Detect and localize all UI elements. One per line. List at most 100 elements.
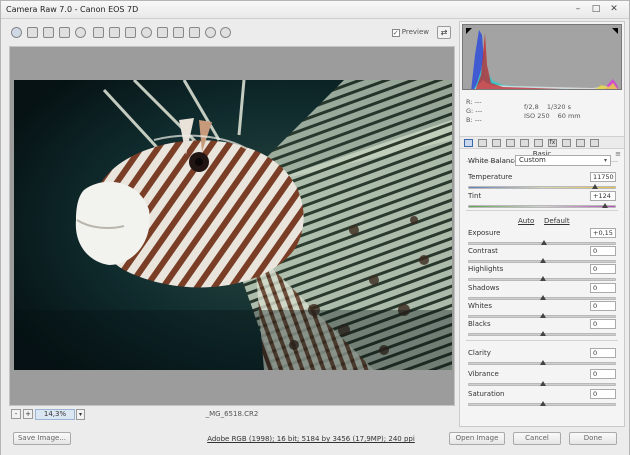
divider	[466, 340, 618, 341]
done-button[interactable]: Done	[569, 432, 617, 445]
filename-label: _MG_6518.CR2	[205, 410, 259, 418]
tint-slider-thumb[interactable]	[602, 203, 609, 208]
preview-checkbox[interactable]: ✓ Preview	[391, 28, 429, 37]
temperature-label: Temperature	[468, 173, 513, 181]
maximize-button[interactable]: □	[587, 4, 605, 14]
target-adjust-icon[interactable]	[75, 27, 86, 38]
histogram	[462, 24, 622, 90]
clarity-slider-thumb[interactable]	[540, 360, 546, 365]
temperature-value-field[interactable]: 11750	[590, 172, 616, 182]
blacks-value-field[interactable]: 0	[590, 319, 616, 329]
contrast-label: Contrast	[468, 247, 498, 256]
temperature-slider[interactable]	[468, 184, 616, 189]
red-eye-icon[interactable]	[141, 27, 152, 38]
highlights-slider[interactable]	[468, 276, 616, 282]
whites-label: Whites	[468, 301, 493, 310]
image-preview-area[interactable]	[9, 46, 455, 406]
tint-slider[interactable]	[468, 203, 616, 208]
presets-tab-icon[interactable]	[576, 139, 585, 147]
checkbox-box[interactable]: ✓	[391, 29, 400, 37]
title-bar: Camera Raw 7.0 - Canon EOS 7D – □ ✕	[1, 1, 629, 19]
saturation-value-field[interactable]: 0	[590, 389, 616, 399]
default-link[interactable]: Default	[544, 217, 570, 225]
shadows-slider-thumb[interactable]	[540, 294, 546, 300]
whites-slider[interactable]	[468, 312, 616, 318]
detail-tab-icon[interactable]	[492, 139, 501, 147]
contrast-value-field[interactable]: 0	[590, 246, 616, 257]
vibrance-slider[interactable]	[468, 380, 616, 386]
clarity-slider[interactable]	[468, 360, 616, 365]
crop-icon[interactable]	[93, 27, 104, 38]
minimize-button[interactable]: –	[569, 4, 587, 14]
shadows-label: Shadows	[468, 283, 500, 292]
white-balance-select[interactable]: Custom ▾	[515, 155, 611, 166]
shutter-value: 1/320 s	[546, 103, 572, 111]
vibrance-slider-thumb[interactable]	[540, 380, 546, 386]
clarity-value-field[interactable]: 0	[590, 348, 616, 358]
saturation-slider-thumb[interactable]	[540, 401, 546, 406]
whites-value-field[interactable]: 0	[590, 300, 616, 311]
basic-tab-icon[interactable]	[464, 139, 473, 147]
straighten-icon[interactable]	[109, 27, 120, 38]
color-sampler-icon[interactable]	[59, 27, 70, 38]
save-image-button[interactable]: Save Image...	[13, 432, 71, 445]
effects-tab-icon[interactable]: fx	[548, 139, 557, 147]
temperature-slider-thumb[interactable]	[591, 184, 598, 189]
shadows-slider[interactable]	[468, 294, 616, 300]
blacks-slider[interactable]	[468, 331, 616, 336]
preferences-icon[interactable]	[189, 27, 200, 38]
g-value: G: ---	[466, 107, 483, 115]
shadows-value-field[interactable]: 0	[590, 282, 616, 293]
chevron-down-icon: ▾	[603, 157, 607, 164]
spot-removal-icon[interactable]	[125, 27, 136, 38]
highlights-slider-thumb[interactable]	[540, 276, 546, 282]
saturation-slider[interactable]	[468, 401, 616, 406]
lens-corrections-tab-icon[interactable]	[534, 139, 543, 147]
camera-settings: f/2,8 1/320 s ISO 250 60 mm	[524, 103, 589, 121]
split-toning-tab-icon[interactable]	[520, 139, 529, 147]
vibrance-label: Vibrance	[468, 369, 499, 378]
exposure-slider[interactable]	[468, 240, 616, 245]
lionfish-image	[14, 80, 452, 370]
clarity-label: Clarity	[468, 349, 491, 357]
tone-curve-tab-icon[interactable]	[478, 139, 487, 147]
close-button[interactable]: ✕	[605, 4, 623, 14]
exposure-value-field[interactable]: +0,15	[590, 228, 616, 238]
adjustment-brush-icon[interactable]	[157, 27, 168, 38]
blacks-slider-thumb[interactable]	[540, 331, 546, 336]
photo-lionfish[interactable]	[14, 80, 452, 370]
auto-link[interactable]: Auto	[518, 217, 534, 225]
rotate-cw-icon[interactable]	[220, 27, 231, 38]
snapshots-tab-icon[interactable]	[590, 139, 599, 147]
hand-icon[interactable]	[27, 27, 38, 38]
blacks-label: Blacks	[468, 320, 491, 328]
iso-value: ISO 250	[524, 112, 550, 120]
exposure-slider-thumb[interactable]	[541, 240, 548, 245]
vibrance-value-field[interactable]: 0	[590, 368, 616, 379]
shadow-clipping-warning-icon[interactable]	[466, 28, 472, 34]
contrast-slider[interactable]	[468, 258, 616, 264]
tint-label: Tint	[468, 192, 482, 200]
zoom-icon[interactable]	[11, 27, 22, 38]
highlights-value-field[interactable]: 0	[590, 264, 616, 275]
workflow-options-link[interactable]: Adobe RGB (1998); 16 bit; 5184 by 3456 (…	[151, 435, 471, 443]
hsl-tab-icon[interactable]	[506, 139, 515, 147]
white-balance-value: Custom	[519, 156, 546, 164]
panel-menu-icon[interactable]: ≡	[615, 150, 621, 158]
rotate-ccw-icon[interactable]	[205, 27, 216, 38]
fullscreen-toggle-button[interactable]: ⇄	[437, 26, 451, 39]
cancel-button[interactable]: Cancel	[513, 432, 561, 445]
tint-value-field[interactable]: +124	[590, 191, 616, 201]
highlight-clipping-warning-icon[interactable]	[612, 28, 618, 34]
white-balance-icon[interactable]	[43, 27, 54, 38]
whites-slider-thumb[interactable]	[540, 312, 546, 318]
adjustments-panel: R: --- G: --- B: --- f/2,8 1/320 s ISO 25…	[459, 21, 625, 427]
histogram-graph	[463, 25, 621, 89]
saturation-label: Saturation	[468, 390, 505, 398]
exposure-label: Exposure	[468, 229, 501, 237]
graduated-filter-icon[interactable]	[173, 27, 184, 38]
contrast-slider-thumb[interactable]	[540, 258, 546, 264]
camera-calibration-tab-icon[interactable]	[562, 139, 571, 147]
toolbar: ✓ Preview ⇄	[9, 25, 455, 42]
open-image-button[interactable]: Open Image	[449, 432, 505, 445]
